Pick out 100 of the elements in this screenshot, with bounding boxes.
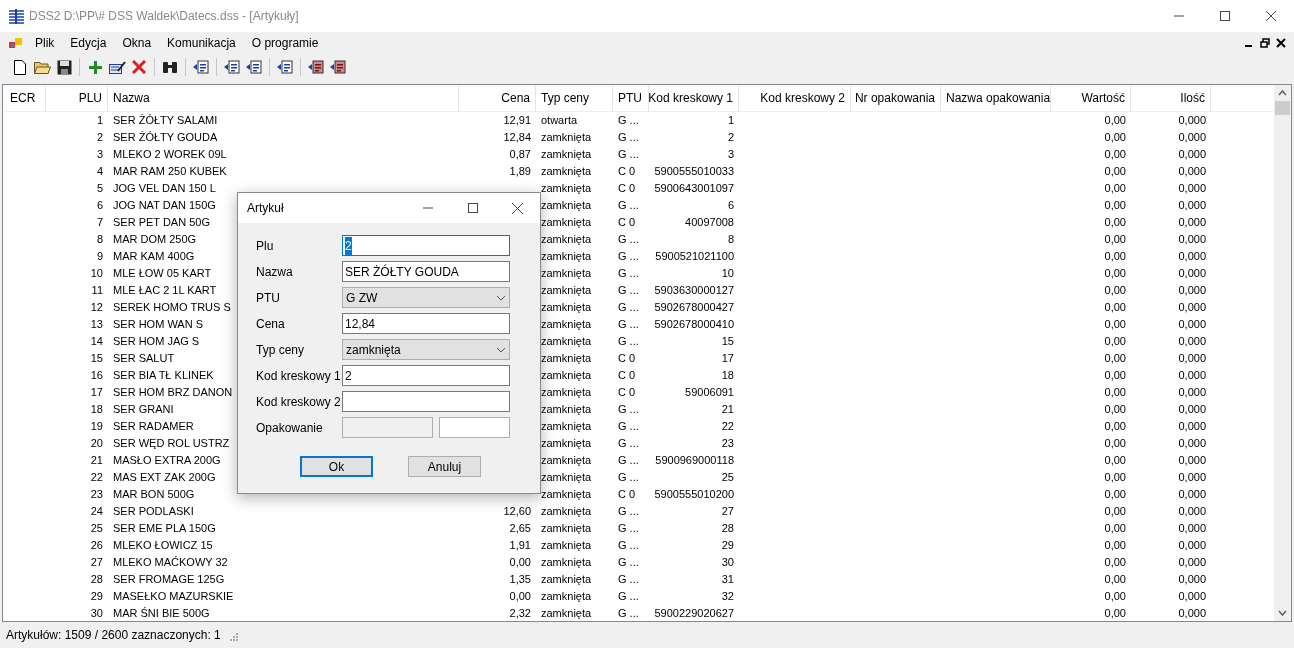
- dialog-button[interactable]: Ok: [300, 456, 373, 477]
- table-cell: zamknięta: [541, 538, 592, 553]
- table-cell: zamknięta: [541, 266, 592, 281]
- import-icon[interactable]: [328, 57, 348, 77]
- table-cell: zamknięta: [541, 470, 592, 485]
- table-cell: G ...: [618, 113, 639, 128]
- table-cell: SER SALUT: [113, 351, 175, 366]
- field-label: Opakowanie: [256, 419, 324, 437]
- table-cell: 30: [90, 606, 103, 621]
- column-header[interactable]: Nazwa: [113, 89, 150, 107]
- table-cell: 18: [721, 368, 734, 383]
- column-header[interactable]: PTU: [618, 89, 642, 107]
- column-header[interactable]: PLU: [78, 89, 102, 107]
- table-cell: SER FROMAGE 125G: [113, 572, 225, 587]
- table-cell: zamknięta: [541, 504, 592, 519]
- text-field[interactable]: SER ŻÓŁTY GOUDA: [342, 261, 510, 282]
- close-icon[interactable]: [1276, 38, 1286, 48]
- text-field[interactable]: [439, 417, 510, 438]
- table-cell: C 0: [618, 385, 636, 400]
- table-cell: zamknięta: [541, 521, 592, 536]
- table-cell: zamknięta: [541, 300, 592, 315]
- table-cell: MAR RAM 250 KUBEK: [113, 164, 227, 179]
- table-cell: 27: [90, 555, 103, 570]
- field-label: Typ ceny: [256, 341, 306, 359]
- dropdown[interactable]: G ZW: [342, 287, 510, 308]
- column-header[interactable]: Cena: [501, 89, 530, 107]
- column-header[interactable]: Ilość: [1180, 89, 1205, 107]
- column-header[interactable]: Typ ceny: [541, 89, 590, 107]
- table-cell: G ...: [618, 266, 639, 281]
- table-cell: SER HOM BRZ DANON: [113, 385, 233, 400]
- table-cell: 0,00: [1104, 351, 1126, 366]
- table-cell: 2: [96, 130, 103, 145]
- table-cell: MAR KAM 400G: [113, 249, 195, 264]
- field-label: Nazwa: [256, 263, 294, 281]
- table-cell: SER HOM JAG S: [113, 334, 200, 349]
- import-icon[interactable]: [275, 57, 295, 77]
- column-header[interactable]: ECR: [10, 89, 36, 107]
- text-field[interactable]: 2: [342, 235, 510, 256]
- restore-icon[interactable]: [1260, 38, 1270, 48]
- table-cell: 0,000: [1178, 453, 1206, 468]
- table-cell: 8: [96, 232, 103, 247]
- table-cell: 0,000: [1178, 283, 1206, 298]
- table-cell: 0,000: [1178, 538, 1206, 553]
- import-icon[interactable]: [306, 57, 326, 77]
- scroll-thumb[interactable]: [1275, 101, 1290, 115]
- text-field[interactable]: 2: [342, 365, 510, 386]
- table-cell: 0,00: [1104, 317, 1126, 332]
- column-header[interactable]: Kod kreskowy 1: [648, 89, 733, 107]
- table-cell: zamknięta: [541, 436, 592, 451]
- table-cell: 0,00: [1104, 606, 1126, 621]
- table-cell: 28: [721, 521, 734, 536]
- table-cell: MASEŁKO MAZURSKIE: [113, 589, 234, 604]
- delete-icon[interactable]: [129, 57, 149, 77]
- column-header[interactable]: Wartość: [1081, 89, 1125, 107]
- table-cell: MLEKO MAĆKOWY 32: [113, 555, 228, 570]
- table-cell: SER ŻÓŁTY SALAMI: [113, 113, 218, 128]
- table-cell: 1,35: [509, 572, 531, 587]
- table-cell: 18: [90, 402, 103, 417]
- menu-item[interactable]: O programie: [243, 34, 327, 52]
- table-cell: 0,00: [1104, 453, 1126, 468]
- import-icon[interactable]: [244, 57, 264, 77]
- table-cell: zamknięta: [541, 181, 592, 196]
- column-header[interactable]: Nazwa opakowania: [946, 89, 1051, 107]
- table-cell: 0,000: [1178, 419, 1206, 434]
- menu-item[interactable]: Edycja: [62, 34, 115, 52]
- import-icon[interactable]: [222, 57, 242, 77]
- column-header[interactable]: Nr opakowania: [854, 89, 935, 107]
- column-header[interactable]: Kod kreskowy 2: [760, 89, 845, 107]
- table-cell: 0,87: [509, 147, 531, 162]
- table-cell: 0,000: [1178, 470, 1206, 485]
- table-cell: 0,000: [1178, 521, 1206, 536]
- import-icon[interactable]: [191, 57, 211, 77]
- table-cell: 0,00: [1104, 198, 1126, 213]
- table-cell: 25: [90, 521, 103, 536]
- table-cell: zamknięta: [541, 147, 592, 162]
- table-cell: zamknięta: [541, 232, 592, 247]
- menu-item[interactable]: Okna: [114, 34, 160, 52]
- maximize-icon: [467, 203, 478, 213]
- table-cell: MLE ŁAC 2 1L KART: [113, 283, 217, 298]
- table-cell: zamknięta: [541, 572, 592, 587]
- table-cell: 23: [90, 487, 103, 502]
- dropdown[interactable]: zamknięta: [342, 339, 510, 360]
- scroll-up-icon[interactable]: [1278, 90, 1287, 96]
- table-cell: 0,000: [1178, 555, 1206, 570]
- table-cell: 15: [90, 351, 103, 366]
- menu-item[interactable]: Komunikacja: [159, 34, 244, 52]
- table-cell: G ...: [618, 436, 639, 451]
- table-cell: 9: [96, 249, 103, 264]
- table-cell: 15: [721, 334, 734, 349]
- table-cell: 5900555010033: [654, 164, 734, 179]
- scrollbar[interactable]: [1274, 85, 1291, 621]
- table-cell: zamknięta: [541, 589, 592, 604]
- text-field[interactable]: [342, 391, 510, 412]
- scroll-down-icon[interactable]: [1278, 610, 1287, 616]
- table-cell: 0,000: [1178, 572, 1206, 587]
- dialog-button[interactable]: Anuluj: [408, 456, 481, 477]
- table-cell: 0,000: [1178, 113, 1206, 128]
- text-field[interactable]: 12,84: [342, 313, 510, 334]
- table-cell: 0,000: [1178, 351, 1206, 366]
- menu-item[interactable]: Plik: [27, 34, 63, 52]
